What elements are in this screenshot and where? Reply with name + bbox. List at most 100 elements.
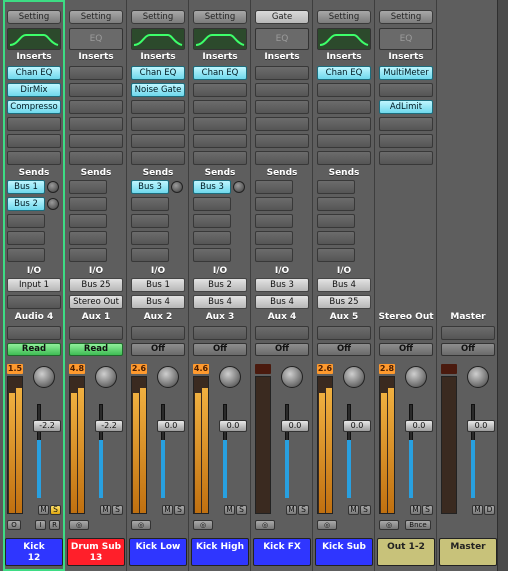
insert-slot[interactable] xyxy=(379,151,433,165)
setting-button[interactable]: Setting xyxy=(317,10,371,24)
mute-button[interactable]: M xyxy=(38,505,49,515)
insert-slot[interactable] xyxy=(317,151,371,165)
fader-cap[interactable]: 0.0 xyxy=(157,420,185,432)
send-slot[interactable] xyxy=(7,248,45,262)
send-slot[interactable]: Bus 3 xyxy=(131,180,169,194)
insert-slot[interactable] xyxy=(317,83,371,97)
pan-knob[interactable] xyxy=(33,366,55,388)
send-slot[interactable] xyxy=(255,180,293,194)
insert-slot[interactable] xyxy=(255,83,309,97)
eq-thumbnail[interactable] xyxy=(7,28,61,50)
link-button[interactable]: ◎ xyxy=(317,520,337,530)
vertical-scrollbar[interactable] xyxy=(497,0,508,571)
send-slot[interactable] xyxy=(317,231,355,245)
send-slot[interactable] xyxy=(131,248,169,262)
eq-thumbnail[interactable] xyxy=(317,28,371,50)
insert-slot[interactable] xyxy=(131,100,185,114)
send-slot[interactable] xyxy=(317,180,355,194)
pan-knob[interactable] xyxy=(219,366,241,388)
send-slot[interactable] xyxy=(255,214,293,228)
eq-thumbnail[interactable]: EQ xyxy=(69,28,123,50)
dim-button[interactable]: D xyxy=(484,505,495,515)
insert-slot[interactable] xyxy=(193,83,247,97)
solo-button[interactable]: S xyxy=(298,505,309,515)
mute-button[interactable]: M xyxy=(286,505,297,515)
input-slot[interactable]: Input 1 xyxy=(7,278,61,292)
insert-slot[interactable] xyxy=(7,117,61,131)
insert-slot[interactable] xyxy=(69,117,123,131)
insert-slot[interactable] xyxy=(131,134,185,148)
link-button[interactable]: ◎ xyxy=(69,520,89,530)
setting-button[interactable]: Setting xyxy=(193,10,247,24)
fader-cap[interactable]: -2.2 xyxy=(33,420,61,432)
track-name-plate[interactable]: Kick Sub xyxy=(315,538,373,566)
peak-indicator[interactable] xyxy=(441,364,457,374)
group-slot[interactable] xyxy=(441,326,495,340)
group-slot[interactable] xyxy=(379,326,433,340)
peak-indicator[interactable] xyxy=(255,364,271,374)
link-button[interactable]: ◎ xyxy=(193,520,213,530)
group-slot[interactable] xyxy=(131,326,185,340)
automation-mode-button[interactable]: Off xyxy=(131,343,185,356)
peak-indicator[interactable]: 2.6 xyxy=(131,364,147,374)
input-slot[interactable]: Bus 2 xyxy=(193,278,247,292)
insert-slot[interactable] xyxy=(131,117,185,131)
insert-slot[interactable] xyxy=(379,83,433,97)
send-slot[interactable] xyxy=(317,248,355,262)
pan-knob[interactable] xyxy=(95,366,117,388)
track-name-plate[interactable]: Out 1-2 xyxy=(377,538,435,566)
insert-slot[interactable]: Chan EQ xyxy=(193,66,247,80)
insert-slot[interactable] xyxy=(255,151,309,165)
insert-slot[interactable]: DirMix xyxy=(7,83,61,97)
send-slot[interactable] xyxy=(69,197,107,211)
pan-knob[interactable] xyxy=(343,366,365,388)
solo-button[interactable]: S xyxy=(360,505,371,515)
track-name-plate[interactable]: Kick High xyxy=(191,538,249,566)
send-level-knob[interactable] xyxy=(233,181,245,193)
insert-slot[interactable]: Noise Gate xyxy=(131,83,185,97)
send-slot[interactable] xyxy=(317,197,355,211)
insert-slot[interactable] xyxy=(193,134,247,148)
link-button[interactable]: ◎ xyxy=(379,520,399,530)
setting-button[interactable]: Setting xyxy=(379,10,433,24)
send-slot[interactable] xyxy=(131,231,169,245)
insert-slot[interactable]: Chan EQ xyxy=(131,66,185,80)
mute-button[interactable]: M xyxy=(224,505,235,515)
peak-indicator[interactable]: 1.5 xyxy=(7,364,23,374)
eq-thumbnail[interactable]: EQ xyxy=(255,28,309,50)
link-button[interactable]: ◎ xyxy=(255,520,275,530)
insert-slot[interactable] xyxy=(69,151,123,165)
insert-slot[interactable]: Compresso xyxy=(7,100,61,114)
track-name-plate[interactable]: Kick Low xyxy=(129,538,187,566)
insert-slot[interactable] xyxy=(69,100,123,114)
send-slot[interactable] xyxy=(193,248,231,262)
eq-thumbnail[interactable] xyxy=(193,28,247,50)
automation-mode-button[interactable]: Read xyxy=(7,343,61,356)
link-button[interactable]: ◎ xyxy=(131,520,151,530)
fader-cap[interactable]: 0.0 xyxy=(405,420,433,432)
output-slot[interactable]: Bus 4 xyxy=(193,295,247,309)
eq-thumbnail[interactable]: EQ xyxy=(379,28,433,50)
track-name-plate[interactable]: Kick 12 xyxy=(5,538,63,566)
input-slot[interactable]: Bus 1 xyxy=(131,278,185,292)
automation-mode-button[interactable]: Off xyxy=(193,343,247,356)
input-slot[interactable]: Bus 3 xyxy=(255,278,309,292)
fader-cap[interactable]: 0.0 xyxy=(467,420,495,432)
send-slot[interactable] xyxy=(317,214,355,228)
mute-button[interactable]: M xyxy=(410,505,421,515)
insert-slot[interactable]: AdLimit xyxy=(379,100,433,114)
insert-slot[interactable]: Chan EQ xyxy=(317,66,371,80)
send-slot[interactable] xyxy=(255,231,293,245)
solo-button[interactable]: S xyxy=(422,505,433,515)
insert-slot[interactable] xyxy=(255,100,309,114)
insert-slot[interactable] xyxy=(317,134,371,148)
insert-slot[interactable] xyxy=(255,66,309,80)
mute-button[interactable]: M xyxy=(472,505,483,515)
send-slot[interactable] xyxy=(69,180,107,194)
pan-knob[interactable] xyxy=(467,366,489,388)
setting-button[interactable]: Setting xyxy=(131,10,185,24)
send-slot[interactable] xyxy=(131,214,169,228)
insert-slot[interactable] xyxy=(7,134,61,148)
peak-indicator[interactable]: 2.8 xyxy=(379,364,395,374)
fader-cap[interactable]: -2.2 xyxy=(95,420,123,432)
